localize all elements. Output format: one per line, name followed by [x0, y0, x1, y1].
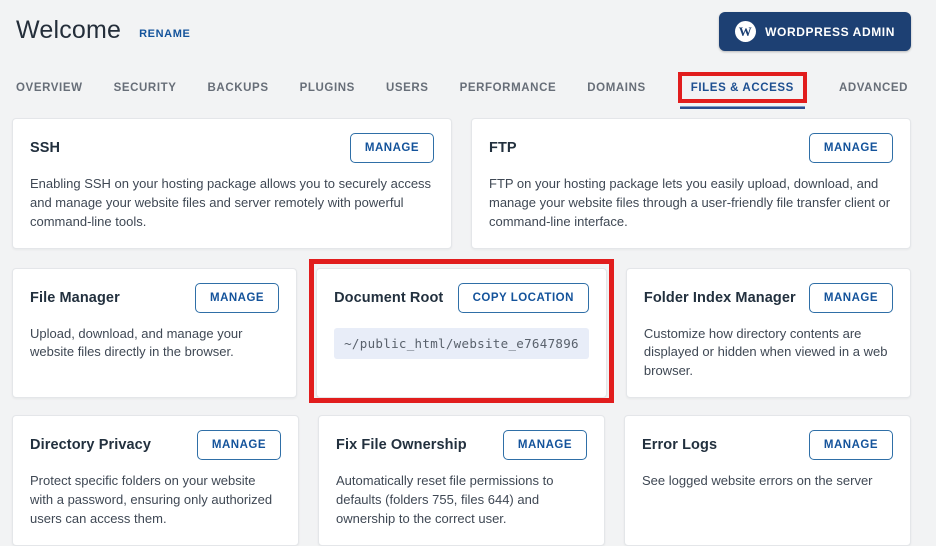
title-group: Welcome RENAME [16, 12, 190, 45]
error-logs-manage-button[interactable]: MANAGE [808, 430, 893, 461]
card-folder-index-manager-title: Folder Index Manager [643, 289, 796, 306]
card-fix-file-ownership-title: Fix File Ownership [336, 437, 467, 454]
card-fix-file-ownership-header: Fix File Ownership MANAGE [336, 430, 587, 461]
card-file-manager-description: Upload, download, and manage your websit… [30, 325, 243, 360]
tab-users[interactable]: USERS [386, 82, 429, 94]
card-ssh: SSH MANAGE Enabling SSH on your hosting … [12, 118, 452, 249]
card-folder-index-manager: Folder Index Manager MANAGE Customize ho… [625, 267, 911, 399]
cards-row-3: Directory Privacy MANAGE Protect specifi… [12, 415, 911, 546]
wordpress-admin-label: WORDPRESS ADMIN [765, 24, 895, 39]
card-error-logs: Error Logs MANAGE See logged website err… [624, 415, 911, 546]
copy-location-button[interactable]: COPY LOCATION [457, 282, 589, 313]
card-error-logs-title: Error Logs [642, 437, 718, 454]
page: Welcome RENAME W WORDPRESS ADMIN OVERVIE… [0, 0, 936, 546]
card-directory-privacy: Directory Privacy MANAGE Protect specifi… [12, 415, 299, 546]
card-folder-index-manager-description: Customize how directory contents are dis… [643, 325, 888, 379]
card-fix-file-ownership-description: Automatically reset file permissions to … [336, 473, 554, 526]
page-title: Welcome [16, 16, 122, 44]
header: Welcome RENAME W WORDPRESS ADMIN [12, 12, 911, 58]
document-root-path[interactable]: ~/public_html/website_e7647896 [334, 327, 589, 359]
wordpress-logo-icon: W [735, 21, 757, 42]
card-ssh-header: SSH MANAGE [30, 133, 434, 163]
wordpress-admin-button[interactable]: W WORDPRESS ADMIN [719, 12, 911, 51]
card-error-logs-description: See logged website errors on the server [642, 473, 873, 489]
card-ssh-title: SSH [30, 140, 61, 156]
fix-file-ownership-manage-button[interactable]: MANAGE [502, 430, 587, 461]
directory-privacy-manage-button[interactable]: MANAGE [196, 430, 281, 461]
card-directory-privacy-header: Directory Privacy MANAGE [30, 430, 281, 461]
ssh-manage-button[interactable]: MANAGE [349, 133, 434, 163]
cards-row-2: File Manager MANAGE Upload, download, an… [12, 258, 911, 404]
cards-row-1: SSH MANAGE Enabling SSH on your hosting … [12, 118, 911, 249]
tab-backups[interactable]: BACKUPS [208, 82, 269, 94]
tab-overview[interactable]: OVERVIEW [16, 82, 83, 94]
card-file-manager-header: File Manager MANAGE [30, 282, 280, 313]
card-error-logs-header: Error Logs MANAGE [642, 430, 893, 461]
tab-bar: OVERVIEW SECURITY BACKUPS PLUGINS USERS … [12, 58, 911, 109]
tab-files-access-label: FILES & ACCESS [690, 82, 794, 94]
folder-index-manage-button[interactable]: MANAGE [808, 282, 893, 313]
tab-performance[interactable]: PERFORMANCE [460, 82, 557, 94]
card-ftp-title: FTP [489, 140, 517, 156]
tab-plugins[interactable]: PLUGINS [300, 82, 355, 94]
file-manager-manage-button[interactable]: MANAGE [194, 282, 280, 313]
tab-domains[interactable]: DOMAINS [587, 82, 646, 94]
card-document-root-header: Document Root COPY LOCATION [334, 282, 589, 313]
active-tab-underline [679, 106, 805, 109]
card-ssh-description: Enabling SSH on your hosting package all… [30, 176, 432, 229]
card-directory-privacy-description: Protect specific folders on your website… [30, 473, 273, 526]
tab-advanced[interactable]: ADVANCED [839, 82, 908, 94]
card-directory-privacy-title: Directory Privacy [30, 437, 151, 454]
card-document-root-title: Document Root [334, 289, 444, 306]
card-ftp-header: FTP MANAGE [489, 133, 893, 163]
card-document-root: Document Root COPY LOCATION ~/public_htm… [309, 258, 614, 404]
card-fix-file-ownership: Fix File Ownership MANAGE Automatically … [318, 415, 605, 546]
tab-security[interactable]: SECURITY [114, 82, 177, 94]
rename-button[interactable]: RENAME [139, 22, 190, 40]
card-ftp-description: FTP on your hosting package lets you eas… [489, 176, 891, 229]
card-file-manager-title: File Manager [30, 289, 120, 306]
card-file-manager: File Manager MANAGE Upload, download, an… [12, 267, 298, 399]
card-ftp: FTP MANAGE FTP on your hosting package l… [471, 118, 911, 249]
ftp-manage-button[interactable]: MANAGE [808, 133, 893, 163]
tab-files-access[interactable]: FILES & ACCESS [677, 72, 807, 109]
card-folder-index-manager-header: Folder Index Manager MANAGE [643, 282, 893, 313]
